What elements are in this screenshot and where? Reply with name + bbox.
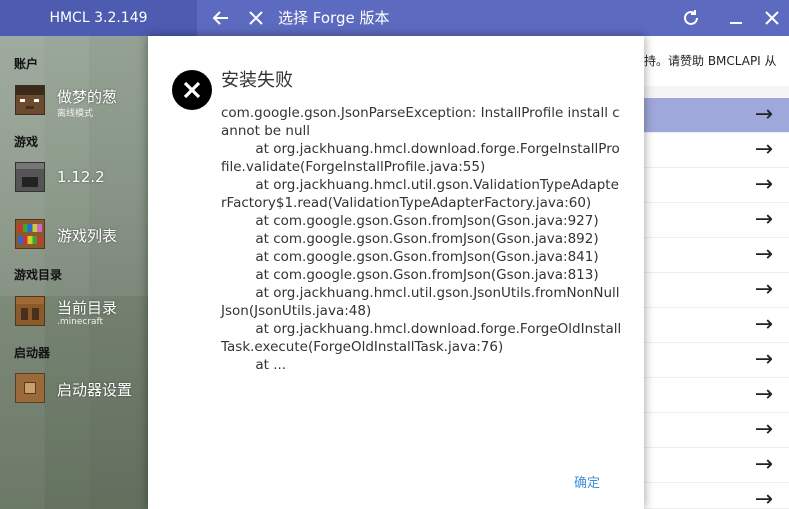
sidebar-item-account[interactable]: 做梦的葱 离线模式 — [0, 79, 148, 123]
version-row[interactable]: → — [644, 168, 789, 203]
sidebar-item-current-dir[interactable]: 当前目录 .minecraft — [0, 290, 148, 334]
window-close-icon[interactable] — [758, 4, 786, 32]
section-launcher: 启动器 — [14, 346, 51, 360]
window-title: 选择 Forge 版本 — [278, 9, 390, 27]
arrow-right-icon: → — [754, 452, 773, 477]
error-x-icon — [172, 70, 212, 110]
arrow-right-icon: → — [754, 172, 773, 197]
section-game-dir: 游戏目录 — [14, 268, 63, 282]
crafting-table-icon — [15, 296, 45, 326]
sidebar-item-game-list[interactable]: 游戏列表 — [0, 213, 148, 257]
version-row[interactable]: → — [644, 413, 789, 448]
arrow-right-icon: → — [754, 242, 773, 267]
arrow-right-icon: → — [754, 487, 773, 509]
section-account: 账户 — [14, 57, 39, 71]
arrow-right-icon: → — [754, 102, 773, 127]
arrow-right-icon: → — [754, 137, 773, 162]
version-row[interactable]: → — [644, 308, 789, 343]
arrow-right-icon: → — [754, 277, 773, 302]
refresh-icon[interactable] — [677, 4, 705, 32]
sidebar-item-version[interactable]: 1.12.2 — [0, 156, 148, 200]
app-title: HMCL 3.2.149 — [0, 0, 197, 36]
version-row[interactable]: → — [644, 483, 789, 509]
version-row[interactable]: → — [644, 343, 789, 378]
launcher-settings-label: 启动器设置 — [57, 381, 133, 399]
arrow-right-icon: → — [754, 417, 773, 442]
dialog-title: 安装失败 — [221, 70, 293, 91]
close-icon[interactable] — [242, 4, 270, 32]
dialog-message: com.google.gson.JsonParseException: Inst… — [221, 105, 622, 373]
error-dialog: 安装失败 com.google.gson.JsonParseException:… — [148, 36, 644, 509]
version-row[interactable]: → — [644, 238, 789, 273]
section-game: 游戏 — [14, 135, 39, 149]
version-row[interactable]: → — [644, 448, 789, 483]
version-row[interactable]: → — [644, 378, 789, 413]
account-mode: 离线模式 — [57, 109, 94, 119]
avatar — [15, 85, 45, 115]
arrow-right-icon: → — [754, 207, 773, 232]
command-block-icon — [15, 373, 45, 403]
minimize-icon[interactable] — [722, 4, 750, 32]
version-row[interactable]: → — [644, 133, 789, 168]
account-name: 做梦的葱 — [57, 88, 118, 106]
current-dir-path: .minecraft — [57, 317, 104, 327]
version-row[interactable]: → — [644, 273, 789, 308]
bookshelf-icon — [15, 219, 45, 249]
sponsor-banner: 持。请赞助 BMCLAPI 从 — [644, 36, 789, 86]
arrow-right-icon: → — [754, 382, 773, 407]
game-list-label: 游戏列表 — [57, 227, 118, 245]
sidebar: 账户 做梦的葱 离线模式 游戏 1.12.2 游戏列表 游戏目录 当前目录 .m… — [0, 36, 148, 509]
arrow-left-icon[interactable] — [207, 4, 235, 32]
arrow-right-icon: → — [754, 312, 773, 337]
version-row[interactable]: → — [644, 98, 789, 133]
sidebar-item-launcher-settings[interactable]: 启动器设置 — [0, 367, 148, 411]
current-dir-label: 当前目录 — [57, 299, 118, 317]
furnace-icon — [15, 162, 45, 192]
title-bar: HMCL 3.2.149 选择 Forge 版本 — [0, 0, 789, 36]
ok-button[interactable]: 确定 — [574, 472, 600, 491]
version-row[interactable]: → — [644, 203, 789, 238]
version-label: 1.12.2 — [57, 168, 105, 186]
arrow-right-icon: → — [754, 347, 773, 372]
